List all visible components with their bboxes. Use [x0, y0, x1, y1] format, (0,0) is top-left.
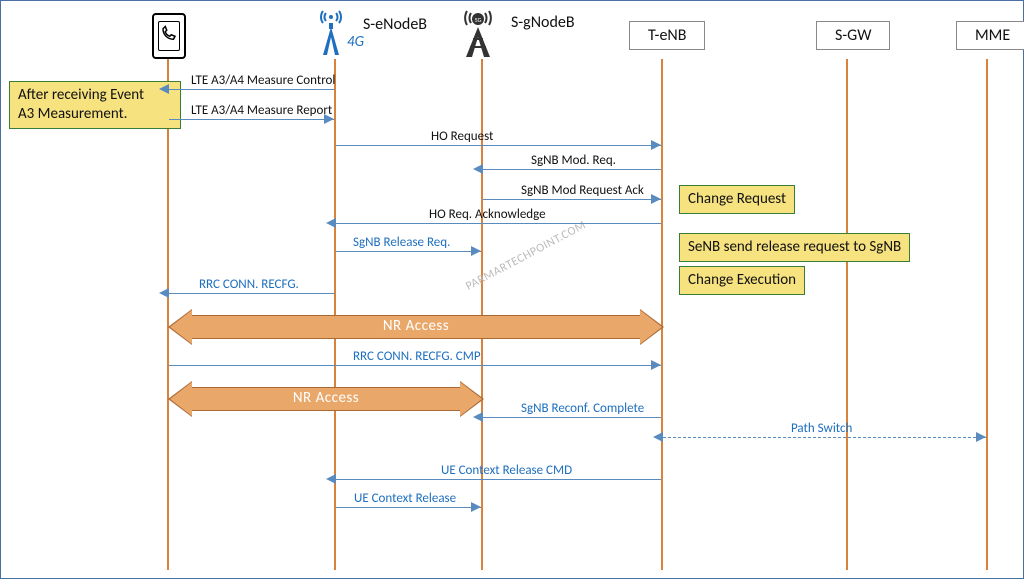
msg-m2: LTE A3/A4 Measure Report	[191, 103, 332, 118]
arrow-m1	[169, 89, 334, 90]
arrow-m5	[483, 199, 661, 200]
arrow-m9	[169, 365, 661, 366]
arrowhead-m9	[651, 360, 661, 370]
note-a3: After receiving Event A3 Measurement.	[9, 81, 181, 129]
tower-5g-icon: 5G	[457, 7, 507, 64]
nr-access-1: NR Access	[191, 315, 641, 339]
msg-m12: UE Context Release CMD	[441, 463, 572, 478]
arrow-m4	[483, 169, 661, 170]
lifeline-mme	[986, 59, 988, 570]
arrow-m12	[336, 479, 661, 480]
note-change-req: Change Request	[679, 185, 795, 214]
arrowhead-m7	[471, 246, 481, 256]
arrowhead-m11-r	[976, 432, 986, 442]
phone-icon	[152, 13, 186, 59]
msg-m4: SgNB Mod. Req.	[531, 153, 616, 168]
arrowhead-m12	[326, 474, 336, 484]
msg-m6: HO Req. Acknowledge	[429, 207, 546, 222]
arrowhead-m6	[326, 218, 336, 228]
note-senb-release: SeNB send release request to SgNB	[679, 233, 910, 262]
arrowhead-m8	[159, 288, 169, 298]
arrowhead-m3	[651, 140, 661, 150]
arrowhead-m13	[471, 502, 481, 512]
msg-m3: HO Request	[431, 129, 493, 144]
arrowhead-m11-l	[653, 432, 663, 442]
arrow-m11	[663, 437, 986, 438]
arrow-m10	[483, 417, 661, 418]
arrowhead-m4	[473, 164, 483, 174]
msg-m8: RRC CONN. RECFG.	[199, 277, 299, 292]
arrow-m6	[336, 223, 661, 224]
sgnb-label: S-gNodeB	[511, 13, 575, 32]
tenb-label: T-eNB	[629, 21, 705, 50]
svg-text:5G: 5G	[475, 16, 482, 24]
nr-access-2: NR Access	[191, 387, 461, 411]
lifeline-sgw	[846, 59, 848, 570]
arrow-m3	[336, 145, 661, 146]
msg-m5: SgNB Mod Request Ack	[521, 183, 644, 198]
senb-sublabel: 4G	[347, 33, 364, 51]
arrow-m8	[169, 293, 334, 294]
msg-m13: UE Context Release	[354, 491, 456, 506]
arrowhead-m10	[473, 412, 483, 422]
senb-label: S-eNodeB	[363, 15, 427, 34]
arrow-m2	[169, 119, 334, 120]
msg-m10: SgNB Reconf. Complete	[521, 401, 644, 416]
arrowhead-m1	[159, 84, 169, 94]
mme-label: MME	[956, 21, 1024, 50]
arrowhead-m5	[651, 194, 661, 204]
msg-m11: Path Switch	[791, 421, 852, 436]
msg-m9: RRC CONN. RECFG. CMP	[353, 349, 481, 364]
arrow-m7	[336, 251, 481, 252]
sgw-label: S-GW	[816, 21, 890, 50]
note-change-exec: Change Execution	[679, 266, 805, 295]
arrow-m13	[336, 507, 481, 508]
nr2-label: NR Access	[192, 389, 460, 407]
msg-m1: LTE A3/A4 Measure Control	[191, 73, 335, 88]
msg-m7: SgNB Release Req.	[353, 235, 450, 250]
nr1-label: NR Access	[192, 317, 640, 335]
